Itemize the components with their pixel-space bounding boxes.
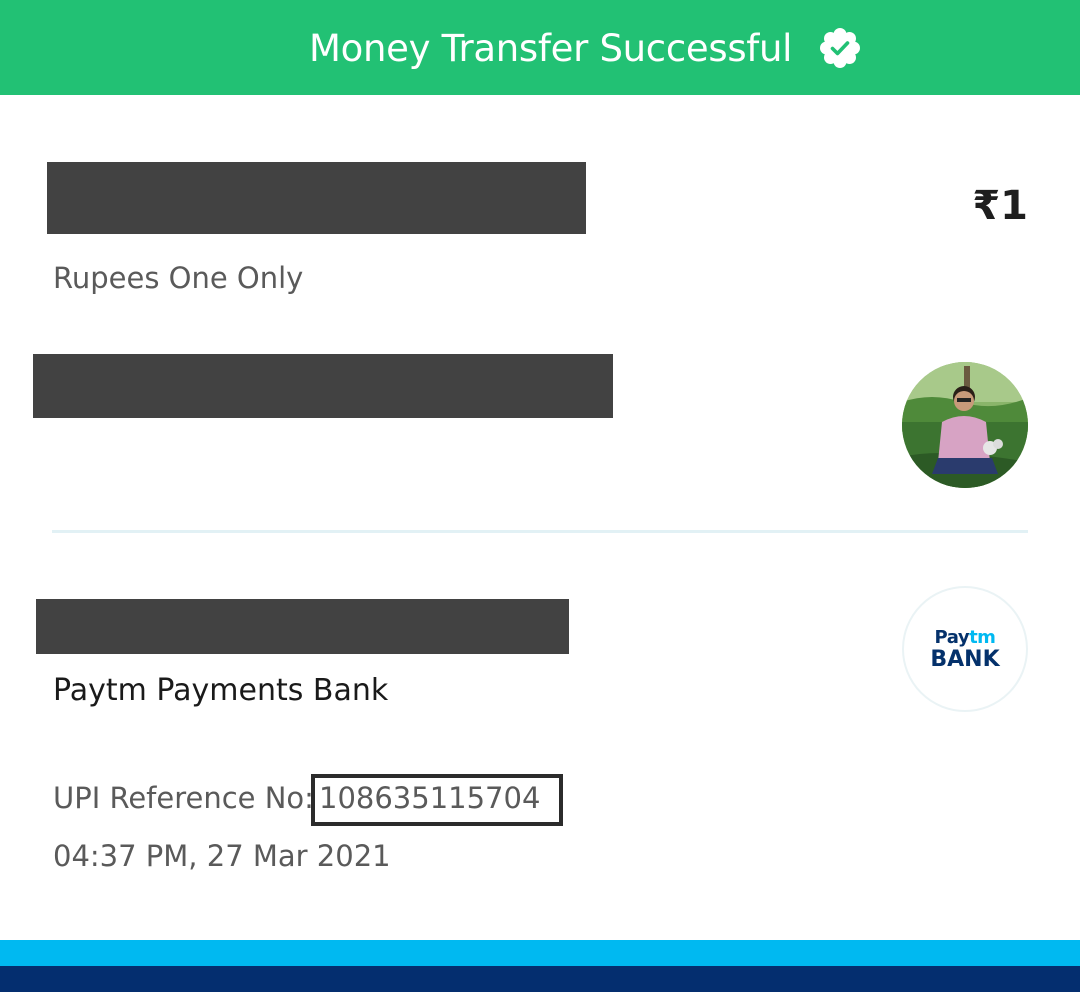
paytm-bank-logo: Paytm BANK (902, 586, 1028, 712)
transaction-datetime: 04:37 PM, 27 Mar 2021 (53, 839, 391, 873)
footer-stripe-dark (0, 966, 1080, 992)
upi-reference-label: UPI Reference No: (53, 781, 314, 815)
amount-in-words: Rupees One Only (53, 261, 304, 295)
redacted-recipient-name (33, 354, 613, 418)
upi-reference-number: 108635115704 (319, 781, 541, 815)
section-divider (52, 530, 1028, 533)
footer-stripe-light (0, 940, 1080, 966)
transfer-amount: ₹1 (972, 183, 1028, 229)
recipient-avatar (902, 362, 1028, 488)
logo-wordmark: Paytm (934, 627, 996, 648)
logo-bank-text: BANK (930, 647, 1000, 672)
verified-check-icon (818, 26, 862, 70)
success-header: Money Transfer Successful (0, 0, 1080, 95)
redacted-sender-name (47, 162, 586, 234)
upi-reference-highlight-box: 108635115704 (311, 774, 563, 826)
page-title: Money Transfer Successful (309, 27, 793, 70)
bank-name: Paytm Payments Bank (53, 673, 389, 708)
redacted-account-number (36, 599, 569, 654)
